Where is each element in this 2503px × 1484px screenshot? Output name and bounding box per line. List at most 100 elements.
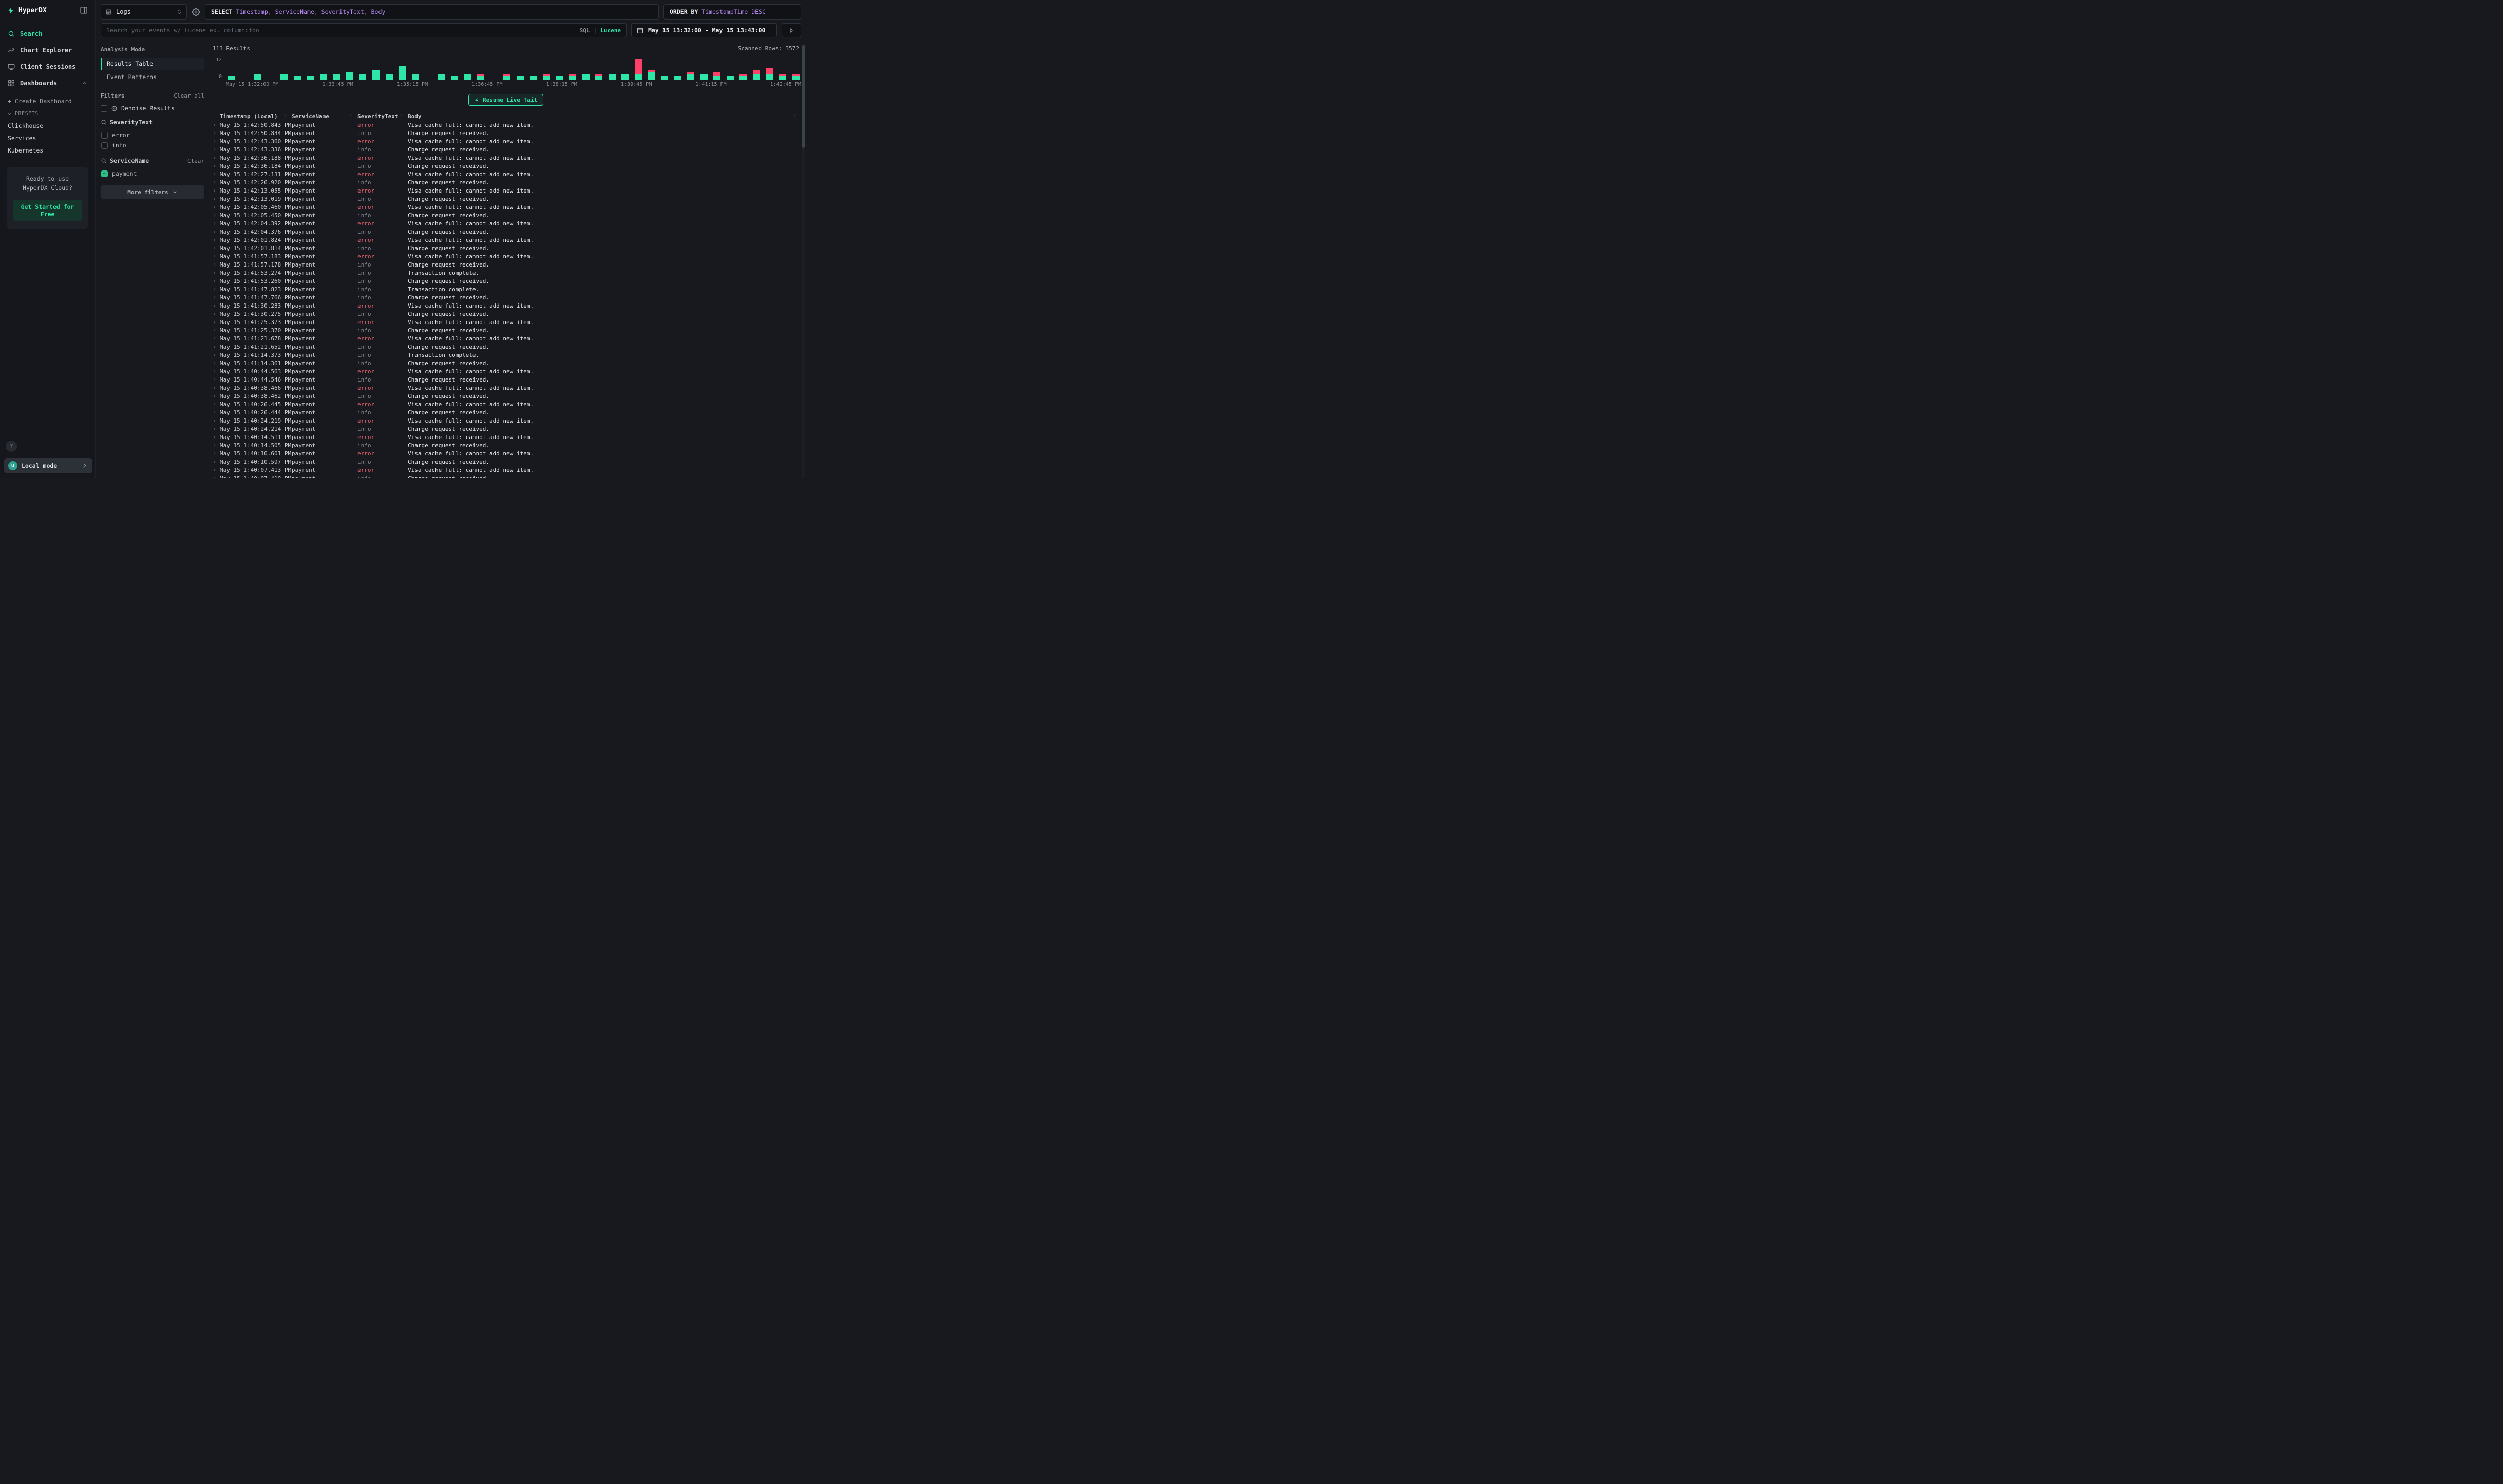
table-row[interactable]: ›May 15 1:42:43.336 PMpaymentinfoCharge …: [212, 145, 801, 154]
checkbox[interactable]: ✓: [101, 170, 108, 177]
row-expand-icon[interactable]: ›: [212, 409, 220, 416]
row-expand-icon[interactable]: ›: [212, 179, 220, 186]
analysis-mode-event-patterns[interactable]: Event Patterns: [101, 71, 204, 83]
filter-option-error[interactable]: error: [101, 130, 204, 140]
histogram-bar[interactable]: [609, 74, 616, 80]
search-input[interactable]: [106, 27, 576, 34]
row-expand-icon[interactable]: ›: [212, 401, 220, 408]
sidebar-item-dashboards[interactable]: Dashboards: [0, 75, 95, 91]
table-row[interactable]: ›May 15 1:40:10.597 PMpaymentinfoCharge …: [212, 458, 801, 466]
table-row[interactable]: ›May 15 1:40:07.410 PMpaymentinfoCharge …: [212, 474, 801, 478]
row-expand-icon[interactable]: ›: [212, 277, 220, 284]
column-drag-handle[interactable]: ⋮: [282, 113, 288, 119]
histogram-bar[interactable]: [280, 74, 288, 80]
app-logo[interactable]: HyperDX: [0, 0, 95, 20]
table-row[interactable]: ›May 15 1:42:01.824 PMpaymenterrorVisa c…: [212, 236, 801, 244]
row-expand-icon[interactable]: ›: [212, 392, 220, 399]
table-row[interactable]: ›May 15 1:41:21.652 PMpaymentinfoCharge …: [212, 343, 801, 351]
row-expand-icon[interactable]: ›: [212, 417, 220, 424]
table-row[interactable]: ›May 15 1:41:30.275 PMpaymentinfoCharge …: [212, 310, 801, 318]
histogram-bar[interactable]: [595, 74, 602, 80]
table-row[interactable]: ›May 15 1:41:47.766 PMpaymentinfoCharge …: [212, 293, 801, 301]
histogram-bar[interactable]: [727, 76, 734, 80]
row-expand-icon[interactable]: ›: [212, 138, 220, 145]
order-by-input[interactable]: ORDER BY TimestampTime DESC: [663, 4, 801, 20]
table-row[interactable]: ›May 15 1:42:13.055 PMpaymenterrorVisa c…: [212, 186, 801, 195]
histogram-bar[interactable]: [294, 76, 301, 80]
checkbox[interactable]: [101, 142, 108, 149]
collapse-sidebar-icon[interactable]: [80, 6, 88, 14]
row-expand-icon[interactable]: ›: [212, 466, 220, 473]
row-expand-icon[interactable]: ›: [212, 376, 220, 383]
table-row[interactable]: ›May 15 1:42:50.834 PMpaymentinfoCharge …: [212, 129, 801, 137]
histogram-bar[interactable]: [399, 66, 406, 80]
row-expand-icon[interactable]: ›: [212, 327, 220, 334]
table-row[interactable]: ›May 15 1:41:53.260 PMpaymentinfoCharge …: [212, 277, 801, 285]
histogram-bar[interactable]: [438, 74, 445, 80]
facet-clear-link[interactable]: Clear: [187, 158, 204, 164]
table-row[interactable]: ›May 15 1:42:05.460 PMpaymenterrorVisa c…: [212, 203, 801, 211]
histogram-bar[interactable]: [228, 76, 235, 80]
histogram-bar[interactable]: [687, 72, 694, 80]
histogram-bar[interactable]: [503, 74, 510, 80]
table-row[interactable]: ›May 15 1:42:27.131 PMpaymenterrorVisa c…: [212, 170, 801, 178]
column-drag-handle[interactable]: ⋮: [792, 113, 797, 119]
row-expand-icon[interactable]: ›: [212, 433, 220, 441]
table-row[interactable]: ›May 15 1:40:26.445 PMpaymenterrorVisa c…: [212, 400, 801, 408]
preset-item-services[interactable]: Services: [0, 132, 95, 144]
column-header-severitytext[interactable]: SeverityText⋮: [357, 113, 408, 120]
row-expand-icon[interactable]: ›: [212, 228, 220, 235]
histogram-bar[interactable]: [477, 74, 484, 80]
table-row[interactable]: ›May 15 1:40:10.601 PMpaymenterrorVisa c…: [212, 449, 801, 458]
table-row[interactable]: ›May 15 1:41:57.178 PMpaymentinfoCharge …: [212, 260, 801, 269]
row-expand-icon[interactable]: ›: [212, 302, 220, 309]
row-expand-icon[interactable]: ›: [212, 261, 220, 268]
resume-live-tail-button[interactable]: Resume Live Tail: [468, 94, 543, 106]
histogram-bar[interactable]: [254, 74, 261, 80]
table-row[interactable]: ›May 15 1:40:07.413 PMpaymenterrorVisa c…: [212, 466, 801, 474]
get-started-button[interactable]: Get Started for Free: [13, 200, 82, 221]
histogram-bar[interactable]: [451, 76, 458, 80]
histogram-bar[interactable]: [635, 59, 642, 80]
column-header-timestamp-local-[interactable]: Timestamp (Local)⋮: [220, 113, 292, 120]
histogram-bar[interactable]: [307, 76, 314, 80]
language-sql-option[interactable]: SQL: [580, 27, 590, 34]
row-expand-icon[interactable]: ›: [212, 351, 220, 358]
column-drag-handle[interactable]: ⋮: [399, 113, 404, 119]
table-row[interactable]: ›May 15 1:40:44.546 PMpaymentinfoCharge …: [212, 375, 801, 384]
filter-option-payment[interactable]: ✓payment: [101, 168, 204, 179]
analysis-mode-results-table[interactable]: Results Table: [101, 58, 204, 70]
table-row[interactable]: ›May 15 1:41:57.183 PMpaymenterrorVisa c…: [212, 252, 801, 260]
filter-option-info[interactable]: info: [101, 140, 204, 150]
row-expand-icon[interactable]: ›: [212, 187, 220, 194]
table-row[interactable]: ›May 15 1:42:50.843 PMpaymenterrorVisa c…: [212, 121, 801, 129]
table-row[interactable]: ›May 15 1:42:43.360 PMpaymenterrorVisa c…: [212, 137, 801, 145]
table-row[interactable]: ›May 15 1:41:25.370 PMpaymentinfoCharge …: [212, 326, 801, 334]
source-settings-gear-icon[interactable]: [192, 8, 200, 16]
denoise-checkbox[interactable]: [101, 105, 107, 112]
row-expand-icon[interactable]: ›: [212, 244, 220, 252]
row-expand-icon[interactable]: ›: [212, 220, 220, 227]
row-expand-icon[interactable]: ›: [212, 154, 220, 161]
table-row[interactable]: ›May 15 1:41:14.373 PMpaymentinfoTransac…: [212, 351, 801, 359]
row-expand-icon[interactable]: ›: [212, 335, 220, 342]
histogram-bar[interactable]: [359, 74, 366, 80]
sidebar-item-chart-explorer[interactable]: Chart Explorer: [0, 42, 95, 59]
row-expand-icon[interactable]: ›: [212, 129, 220, 137]
row-expand-icon[interactable]: ›: [212, 121, 220, 128]
run-query-button[interactable]: [782, 23, 801, 37]
table-row[interactable]: ›May 15 1:40:24.219 PMpaymenterrorVisa c…: [212, 416, 801, 425]
table-row[interactable]: ›May 15 1:41:53.274 PMpaymentinfoTransac…: [212, 269, 801, 277]
sql-select-input[interactable]: SELECT Timestamp, ServiceName, SeverityT…: [205, 4, 659, 20]
row-expand-icon[interactable]: ›: [212, 384, 220, 391]
source-select[interactable]: Logs: [101, 4, 187, 20]
presets-section-toggle[interactable]: PRESETS: [0, 108, 95, 120]
help-button[interactable]: ?: [6, 441, 17, 452]
histogram-bar[interactable]: [674, 76, 681, 80]
table-row[interactable]: ›May 15 1:42:04.376 PMpaymentinfoCharge …: [212, 227, 801, 236]
row-expand-icon[interactable]: ›: [212, 359, 220, 367]
table-row[interactable]: ›May 15 1:41:47.823 PMpaymentinfoTransac…: [212, 285, 801, 293]
histogram-bar[interactable]: [412, 74, 419, 80]
row-expand-icon[interactable]: ›: [212, 318, 220, 326]
table-row[interactable]: ›May 15 1:42:05.450 PMpaymentinfoCharge …: [212, 211, 801, 219]
